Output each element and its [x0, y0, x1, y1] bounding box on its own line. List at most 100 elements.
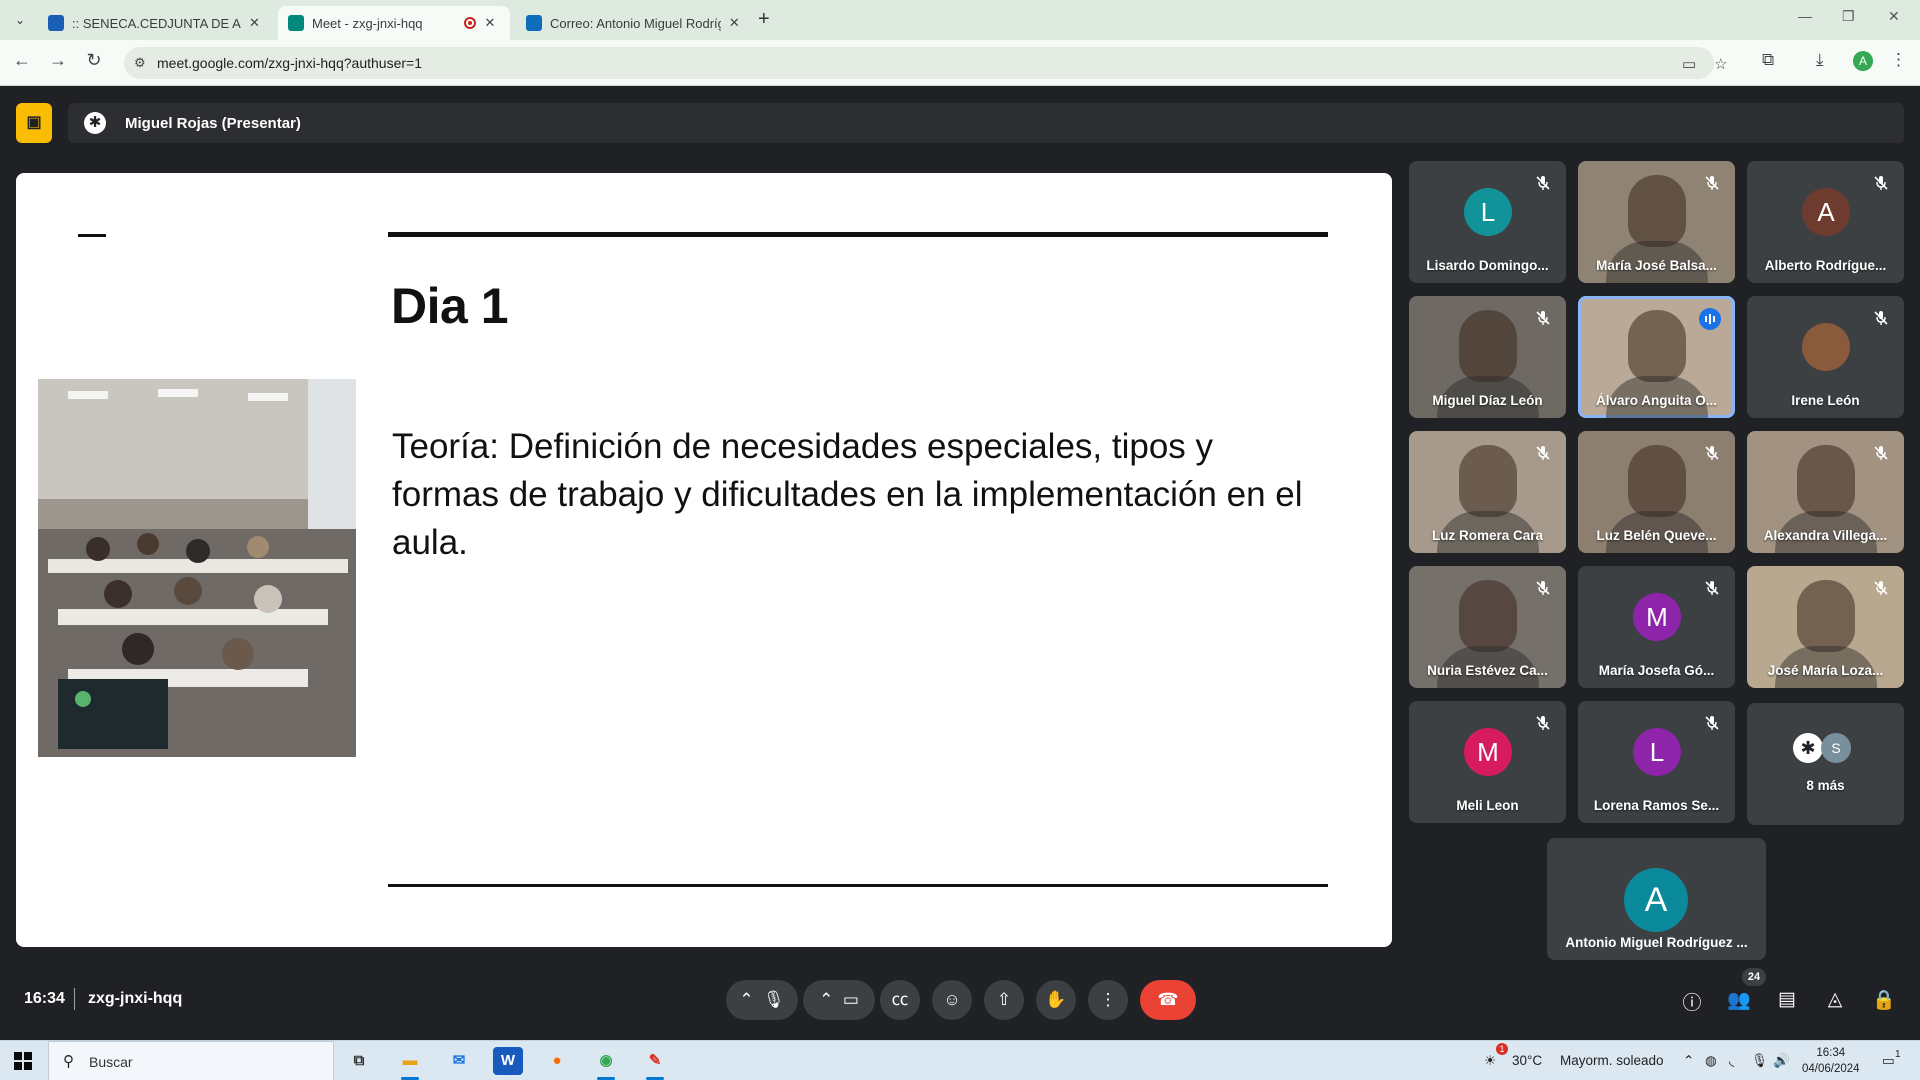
participant-tile[interactable]: Alexandra Villega... — [1747, 431, 1904, 553]
slide-title: Dia 1 — [391, 278, 509, 334]
speaking-indicator-icon — [1699, 308, 1721, 330]
weather-text[interactable]: Mayorm. soleado — [1560, 1053, 1664, 1068]
mail-icon[interactable]: ✉ — [444, 1047, 474, 1075]
participant-name: Álvaro Anguita O... — [1595, 393, 1717, 408]
raise-hand-button[interactable]: ✋ — [1036, 980, 1076, 1020]
stop-presenting-icon[interactable]: ▣ — [16, 103, 52, 143]
new-tab-icon[interactable]: + — [758, 8, 770, 31]
camera-options-chevron-icon[interactable]: ⌃ — [819, 990, 833, 1009]
participant-tile[interactable]: Miguel Díaz León — [1409, 296, 1566, 418]
extensions-icon[interactable]: ⧉ — [1762, 50, 1774, 70]
microphone-control[interactable]: ⌃ 🎙 — [726, 980, 798, 1020]
captions-button[interactable]: ㏄ — [880, 980, 920, 1020]
host-controls-icon[interactable]: 🔒 — [1871, 988, 1897, 1012]
participant-tile[interactable]: A Alberto Rodrígue... — [1747, 161, 1904, 283]
slide-body: Teoría: Definición de necesidades especi… — [392, 427, 1303, 562]
mic-off-icon — [1703, 579, 1721, 597]
close-window-icon[interactable]: ✕ — [1888, 8, 1900, 25]
task-view-icon[interactable]: ⧉ — [344, 1047, 374, 1075]
tab-close-icon[interactable]: ✕ — [247, 15, 262, 31]
word-icon[interactable]: W — [493, 1047, 523, 1075]
address-bar[interactable]: ⚙ meet.google.com/zxg-jnxi-hqq?authuser=… — [124, 47, 1727, 79]
more-participants-tile[interactable]: ✱ S 8 más — [1747, 703, 1904, 825]
self-avatar: A — [1624, 868, 1688, 932]
weather-temp[interactable]: 30°C — [1512, 1053, 1542, 1068]
participant-tile[interactable]: José María Loza... — [1747, 566, 1904, 688]
firefox-icon[interactable]: ● — [542, 1047, 572, 1075]
participant-tile[interactable]: L Lorena Ramos Se... — [1578, 701, 1735, 823]
chrome-icon[interactable]: ◉ — [591, 1047, 621, 1080]
slide-top-rule — [388, 232, 1328, 237]
participant-tile[interactable]: Luz Romera Cara — [1409, 431, 1566, 553]
mic-tray-icon[interactable]: 🎙 — [1751, 1053, 1768, 1069]
minimize-icon[interactable]: — — [1798, 8, 1812, 24]
presented-slide: Dia 1 Teoría: Definición de necesidades … — [16, 173, 1392, 947]
system-clock[interactable]: 16:34 04/06/2024 — [1802, 1045, 1860, 1077]
url-text[interactable]: meet.google.com/zxg-jnxi-hqq?authuser=1 — [157, 55, 422, 71]
reload-icon[interactable]: ↻ — [82, 50, 106, 71]
tab-search-icon[interactable]: ⌄ — [8, 10, 32, 30]
slide-bottom-rule — [388, 884, 1328, 887]
back-icon[interactable]: ← — [10, 50, 34, 71]
site-info-icon[interactable]: ⚙ — [134, 55, 146, 71]
self-name: Antonio Miguel Rodríguez ... — [1565, 935, 1748, 950]
participant-tile[interactable]: María José Balsa... — [1578, 161, 1735, 283]
mic-options-chevron-icon[interactable]: ⌃ — [739, 990, 753, 1009]
participant-name: Alberto Rodrígue... — [1764, 258, 1887, 273]
camera-icon[interactable]: ▭ — [843, 990, 859, 1009]
tab-seneca[interactable]: :: SENECA.CEDJUNTA DE ANDALUCÍA :: ✕ — [38, 6, 272, 40]
participant-video — [1459, 310, 1517, 382]
tray-chevron-icon[interactable]: ⌃ — [1683, 1053, 1694, 1069]
bookmark-star-icon[interactable]: ☆ — [1714, 55, 1727, 73]
wifi-icon[interactable]: ◟ — [1729, 1053, 1734, 1069]
people-icon[interactable]: 👥 — [1726, 988, 1752, 1012]
tab-close-icon[interactable]: ✕ — [727, 15, 742, 31]
tab-correo[interactable]: Correo: Antonio Miguel Rodríguez ✕ — [516, 6, 752, 40]
more-options-button[interactable]: ⋮ — [1088, 980, 1128, 1020]
participant-tile[interactable]: M María Josefa Gó... — [1578, 566, 1735, 688]
profile-avatar[interactable]: A — [1853, 51, 1873, 71]
reactions-button[interactable]: ☺ — [932, 980, 972, 1020]
app-icon[interactable]: ✎ — [640, 1047, 670, 1080]
participant-video — [1459, 580, 1517, 652]
windows-start-icon[interactable] — [14, 1052, 32, 1070]
weather-icon[interactable]: ☀ — [1484, 1053, 1496, 1069]
present-button[interactable]: ⇧ — [984, 980, 1024, 1020]
divider — [74, 988, 75, 1010]
activities-icon[interactable]: ◬ — [1822, 988, 1848, 1011]
tab-meet[interactable]: Meet - zxg-jnxi-hqq ✕ — [278, 6, 510, 40]
action-center-icon[interactable]: ▭ — [1882, 1053, 1895, 1069]
participant-video — [1797, 580, 1855, 652]
meeting-info-icon[interactable]: ⓘ — [1679, 988, 1705, 1015]
meeting-time: 16:34 — [24, 990, 65, 1007]
microphone-icon[interactable]: 🎙 — [763, 990, 785, 1009]
download-icon[interactable]: ⤓ — [1816, 50, 1824, 70]
participant-photo-avatar — [1802, 323, 1850, 371]
participant-tile[interactable]: Luz Belén Queve... — [1578, 431, 1735, 553]
forward-icon[interactable]: → — [46, 50, 70, 71]
participant-tile[interactable]: Irene León — [1747, 296, 1904, 418]
mic-off-icon — [1872, 444, 1890, 462]
search-icon: ⚲ — [63, 1053, 74, 1070]
chat-icon[interactable]: ▤ — [1774, 988, 1800, 1011]
participant-video — [1628, 310, 1686, 382]
participant-tile[interactable]: M Meli Leon — [1409, 701, 1566, 823]
classroom-photo — [38, 379, 356, 757]
participant-tile[interactable]: Álvaro Anguita O... — [1578, 296, 1735, 418]
volume-icon[interactable]: 🔊 — [1773, 1053, 1790, 1069]
restore-icon[interactable]: ❐ — [1842, 8, 1855, 25]
camera-indicator-icon[interactable]: ▭ — [1682, 55, 1696, 73]
taskbar-search[interactable]: ⚲ Buscar — [48, 1041, 334, 1080]
slide-dash — [78, 234, 106, 237]
captions-icon: ㏄ — [891, 990, 909, 1009]
self-tile[interactable]: A Antonio Miguel Rodríguez ... — [1547, 838, 1766, 960]
file-explorer-icon[interactable]: ▬ — [395, 1047, 425, 1080]
camera-control[interactable]: ⌃ ▭ — [803, 980, 875, 1020]
outlook-favicon-icon — [526, 15, 542, 31]
browser-menu-icon[interactable]: ⋮ — [1890, 50, 1907, 70]
tray-app-icon[interactable]: ◍ — [1705, 1053, 1717, 1069]
participant-tile[interactable]: L Lisardo Domingo... — [1409, 161, 1566, 283]
participant-tile[interactable]: Nuria Estévez Ca... — [1409, 566, 1566, 688]
tab-close-icon[interactable]: ✕ — [482, 15, 498, 31]
leave-call-button[interactable]: ☎ — [1140, 980, 1196, 1020]
